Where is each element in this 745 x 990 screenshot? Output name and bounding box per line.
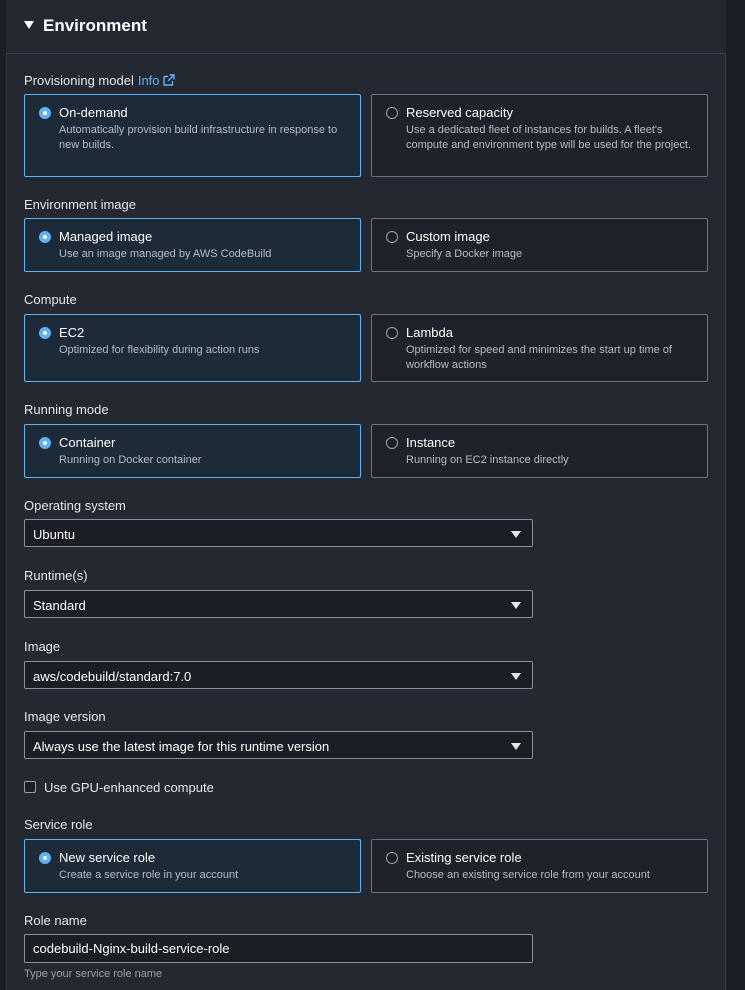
runtime-select[interactable]: Standard [24, 590, 533, 618]
radio-reserved-capacity[interactable] [386, 107, 398, 119]
section-title: Environment [43, 16, 147, 35]
caret-down-icon [511, 602, 521, 609]
radio-container[interactable] [39, 437, 51, 449]
image-version-label: Image version [24, 709, 106, 724]
radio-on-demand[interactable] [39, 107, 51, 119]
radio-instance[interactable] [386, 437, 398, 449]
role-name-hint: Type your service role name [24, 968, 163, 980]
tile-description: Automatically provision build infrastruc… [59, 124, 338, 151]
select-value: Always use the latest image for this run… [33, 739, 330, 754]
tile-description: Choose an existing service role from you… [406, 869, 650, 881]
radio-custom-image[interactable] [386, 231, 398, 243]
environment-image-label: Environment image [24, 197, 136, 212]
tile-description: Specify a Docker image [406, 248, 523, 260]
select-value: Ubuntu [33, 527, 75, 542]
tile-title: Managed image [59, 229, 153, 244]
provisioning-model-label-text: Provisioning model [24, 73, 134, 88]
tile-existing-service-role[interactable]: Existing service role Choose an existing… [371, 839, 708, 893]
radio-existing-service-role[interactable] [386, 852, 398, 864]
operating-system-label: Operating system [24, 498, 126, 513]
running-mode-label: Running mode [24, 402, 109, 417]
tile-description: Optimized for speed and minimizes the st… [406, 344, 672, 371]
image-label: Image [24, 639, 61, 654]
tile-on-demand[interactable]: On-demand Automatically provision build … [24, 94, 361, 177]
tile-title: Reserved capacity [406, 105, 513, 120]
gpu-checkbox-label[interactable]: Use GPU-enhanced compute [44, 780, 214, 795]
tile-description: Optimized for flexibility during action … [59, 344, 260, 356]
tile-ec2[interactable]: EC2 Optimized for flexibility during act… [24, 314, 361, 382]
tile-title: Container [59, 435, 116, 450]
tile-description: Use an image managed by AWS CodeBuild [59, 248, 272, 260]
select-value: Standard [33, 598, 86, 613]
tile-description: Running on Docker container [59, 454, 202, 466]
external-link-icon[interactable] [162, 74, 175, 86]
tile-title: New service role [59, 850, 156, 865]
tile-description: Running on EC2 instance directly [406, 454, 569, 466]
tile-instance[interactable]: Instance Running on EC2 instance directl… [371, 424, 708, 478]
tile-description: Create a service role in your account [59, 869, 239, 881]
caret-down-icon [511, 531, 521, 538]
tile-title: Custom image [406, 229, 490, 244]
tile-custom-image[interactable]: Custom image Specify a Docker image [371, 218, 708, 272]
tile-lambda[interactable]: Lambda Optimized for speed and minimizes… [371, 314, 708, 382]
role-name-label: Role name [24, 913, 87, 928]
tile-reserved-capacity[interactable]: Reserved capacity Use a dedicated fleet … [371, 94, 708, 177]
tile-container[interactable]: Container Running on Docker container [24, 424, 361, 478]
radio-new-service-role[interactable] [39, 852, 51, 864]
operating-system-select[interactable]: Ubuntu [24, 519, 533, 547]
tile-managed-image[interactable]: Managed image Use an image managed by AW… [24, 218, 361, 272]
caret-down-icon[interactable] [24, 21, 34, 29]
select-value: aws/codebuild/standard:7.0 [33, 669, 192, 684]
tile-title: On-demand [59, 105, 128, 120]
role-name-input[interactable] [24, 934, 533, 963]
image-select[interactable]: aws/codebuild/standard:7.0 [24, 661, 533, 689]
tile-description: Use a dedicated fleet of instances for b… [406, 124, 691, 151]
compute-label: Compute [24, 292, 77, 307]
info-link[interactable]: Info [138, 73, 160, 88]
provisioning-model-label: Provisioning model Info [24, 73, 175, 88]
tile-title: Existing service role [406, 850, 522, 865]
gpu-checkbox[interactable] [24, 781, 36, 793]
runtime-label: Runtime(s) [24, 568, 88, 583]
section-header[interactable]: Environment [6, 0, 726, 54]
image-version-select[interactable]: Always use the latest image for this run… [24, 731, 533, 759]
radio-ec2[interactable] [39, 327, 51, 339]
tile-new-service-role[interactable]: New service role Create a service role i… [24, 839, 361, 893]
tile-title: Instance [406, 435, 456, 450]
radio-lambda[interactable] [386, 327, 398, 339]
radio-managed-image[interactable] [39, 231, 51, 243]
caret-down-icon [511, 743, 521, 750]
caret-down-icon [511, 673, 521, 680]
tile-title: EC2 [59, 325, 85, 340]
tile-title: Lambda [406, 325, 453, 340]
service-role-label: Service role [24, 817, 93, 832]
